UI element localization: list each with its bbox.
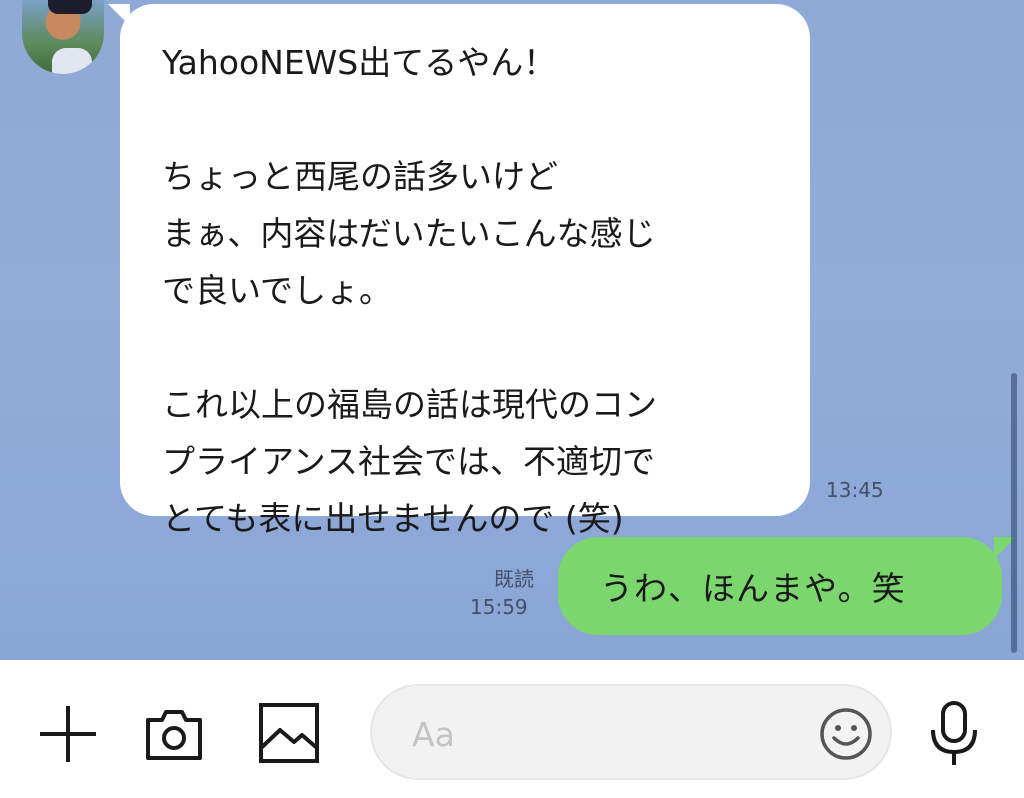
message-input-bar [0, 660, 1024, 798]
incoming-bubble-tail [108, 4, 130, 26]
microphone-icon [931, 701, 977, 765]
outgoing-message-bubble[interactable]: うわ、ほんまや。笑 [558, 537, 1016, 635]
message-text-field[interactable] [370, 684, 892, 780]
sender-avatar[interactable] [22, 0, 104, 74]
message-line-blank [162, 91, 770, 148]
microphone-button[interactable] [926, 700, 982, 768]
message-line: YahooNEWS出てるやん！ [162, 43, 557, 82]
add-button[interactable] [38, 704, 98, 764]
emoji-icon [820, 708, 872, 760]
message-line: ちょっと西尾の話多いけど [162, 157, 558, 196]
incoming-message-bubble[interactable]: YahooNEWS出てるやん！ ちょっと西尾の話多いけど まぁ、内容はだいたいこ… [108, 4, 810, 538]
message-line: で良いでしょ。 [162, 271, 393, 310]
chat-area[interactable]: YahooNEWS出てるやん！ ちょっと西尾の話多いけど まぁ、内容はだいたいこ… [0, 0, 1024, 660]
image-button[interactable] [258, 702, 320, 764]
outgoing-timestamp: 15:59 [470, 595, 528, 619]
scrollbar[interactable] [1011, 373, 1017, 653]
message-line: プライアンス社会では、不適切で [162, 442, 656, 481]
message-line: これ以上の福島の話は現代のコン [162, 385, 657, 424]
message-line-blank [162, 319, 770, 376]
outgoing-message-text: うわ、ほんまや。笑 [600, 569, 906, 608]
incoming-timestamp: 13:45 [826, 478, 884, 502]
emoji-button[interactable] [818, 706, 874, 762]
camera-icon [146, 710, 202, 760]
read-receipt: 既読 [494, 567, 534, 591]
avatar-cap [48, 0, 92, 14]
avatar-shirt [52, 48, 92, 74]
message-line: まぁ、内容はだいたいこんな感じ [162, 214, 656, 253]
image-icon [259, 703, 319, 763]
camera-button[interactable] [144, 704, 204, 764]
message-input[interactable] [410, 708, 814, 760]
plus-icon [40, 706, 96, 762]
